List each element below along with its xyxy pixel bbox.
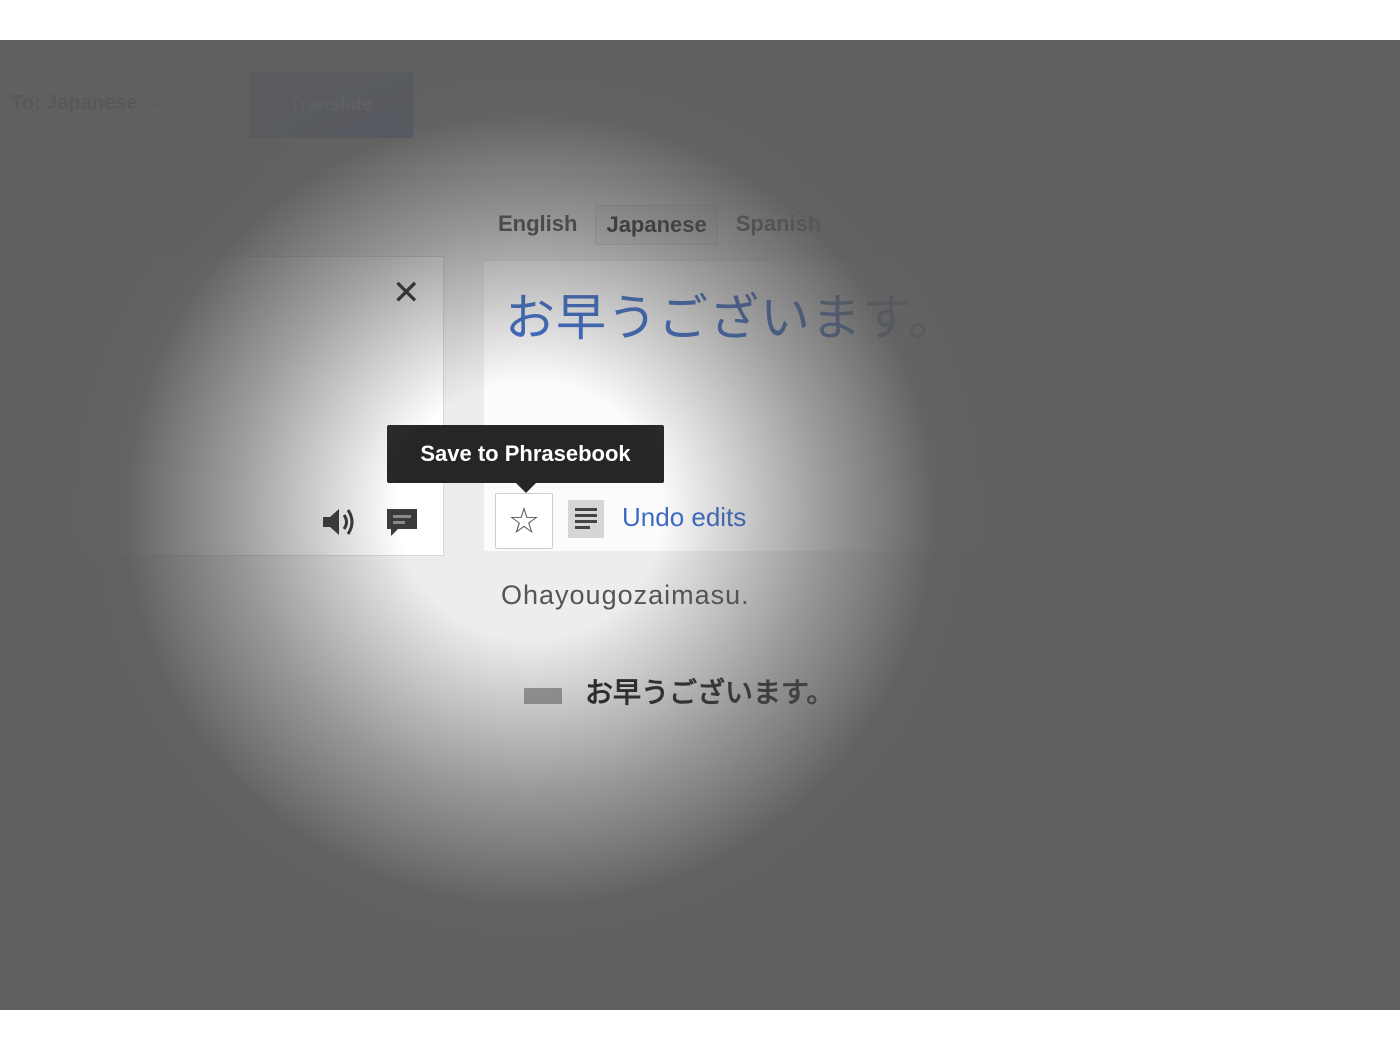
result-language-tabs: English Japanese Spanish xyxy=(488,205,831,245)
text-list-icon[interactable] xyxy=(568,500,604,538)
tooltip-arrow xyxy=(515,482,537,493)
screen: To: Japanese ⌄ Translate English Japanes… xyxy=(0,40,1400,1010)
close-icon[interactable]: ✕ xyxy=(392,276,421,310)
tab-japanese[interactable]: Japanese xyxy=(595,205,718,245)
save-to-phrasebook-tooltip: Save to Phrasebook xyxy=(387,425,664,483)
source-text-panel[interactable]: ✕ xyxy=(0,256,444,556)
speech-bubble-icon[interactable] xyxy=(384,505,420,541)
alternate-translation-marker xyxy=(524,688,562,704)
tab-english[interactable]: English xyxy=(488,205,587,245)
target-language-label: To: Japanese xyxy=(11,91,138,114)
toolbar: To: Japanese ⌄ Translate xyxy=(0,40,1400,175)
undo-edits-link[interactable]: Undo edits xyxy=(622,502,746,533)
target-language-dropdown[interactable]: To: Japanese ⌄ xyxy=(0,70,214,136)
star-outline-icon: ☆ xyxy=(507,500,541,541)
tab-spanish[interactable]: Spanish xyxy=(726,205,832,245)
alternate-translation-text[interactable]: お早うございます。 xyxy=(585,671,834,711)
chevron-down-icon: ⌄ xyxy=(149,95,161,110)
romanization-text: Ohayougozaimasu. xyxy=(501,580,750,610)
speaker-icon[interactable] xyxy=(319,502,359,542)
translate-button[interactable]: Translate xyxy=(249,72,413,138)
translation-text[interactable]: お早うございます。 xyxy=(505,278,959,350)
save-to-phrasebook-button[interactable]: ☆ xyxy=(495,493,553,549)
